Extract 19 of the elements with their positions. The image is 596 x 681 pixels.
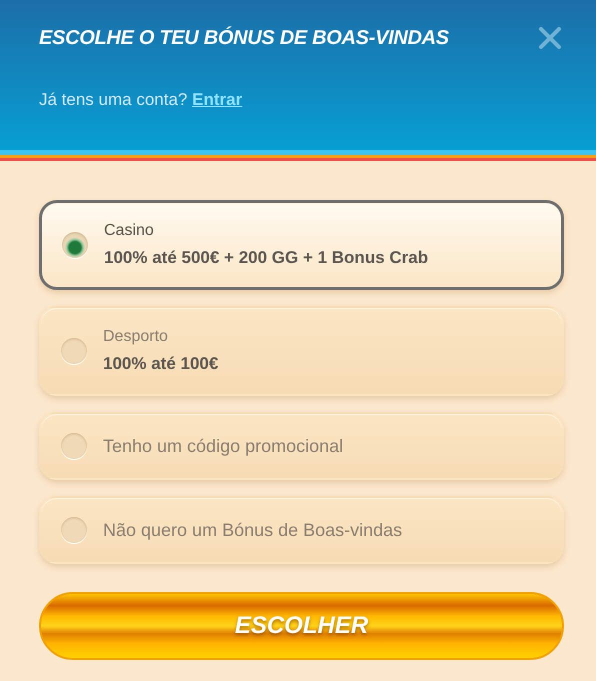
bonus-option[interactable]: Desporto 100% até 100€	[39, 306, 564, 396]
radio-button[interactable]	[61, 338, 87, 364]
option-detail: 100% até 500€ + 200 GG + 1 Bonus Crab	[104, 248, 428, 268]
radio-button[interactable]	[61, 517, 87, 543]
option-title: Casino	[104, 222, 155, 240]
login-prompt: Já tens uma conta? Entrar	[39, 90, 244, 110]
option-title: Tenho um código promocional	[103, 436, 344, 456]
option-title: Não quero um Bónus de Boas-vindas	[103, 520, 402, 540]
bonus-option[interactable]: Casino 100% até 500€ + 200 GG + 1 Bonus Crab	[39, 200, 564, 290]
dialog-title: ESCOLHE O TEU BÓNUS DE BOAS-VINDAS	[39, 26, 449, 50]
radio-button[interactable]	[62, 232, 88, 258]
radio-button[interactable]	[61, 433, 87, 459]
login-link[interactable]: Entrar	[192, 90, 242, 109]
option-title: Desporto	[103, 328, 169, 346]
close-icon[interactable]	[538, 26, 562, 50]
bonus-option[interactable]: Tenho um código promocional	[39, 412, 564, 480]
option-detail: 100% até 100€	[103, 354, 218, 374]
bonus-option[interactable]: Não quero um Bónus de Boas-vindas	[39, 496, 564, 564]
choose-button[interactable]: ESCOLHER	[39, 592, 564, 660]
